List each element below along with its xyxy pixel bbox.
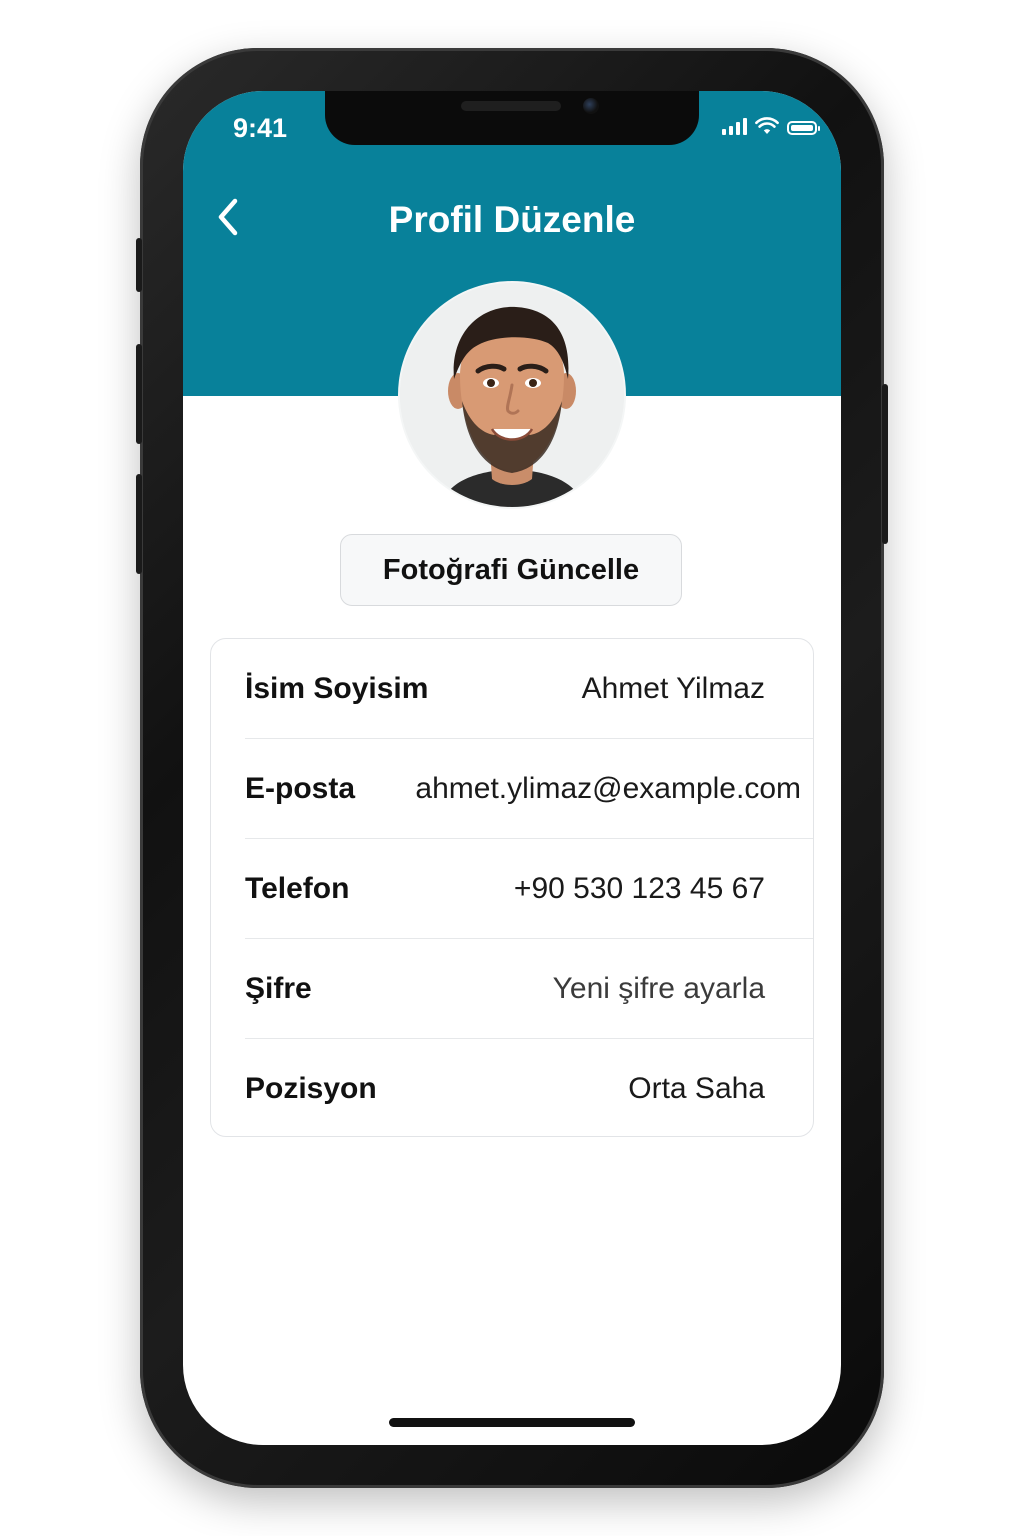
volume-down-button xyxy=(136,474,142,574)
field-value: Yeni şifre ayarla xyxy=(552,972,765,1005)
field-value: Orta Saha xyxy=(628,1072,765,1105)
front-camera xyxy=(583,98,599,114)
field-label: E-posta xyxy=(245,772,356,805)
status-icons xyxy=(722,117,820,135)
cellular-signal-icon xyxy=(722,117,747,135)
page-title: Profil Düzenle xyxy=(388,199,636,240)
field-label: Şifre xyxy=(245,972,312,1005)
field-value: +90 530 123 45 67 xyxy=(513,872,765,905)
profile-fields-card: İsim Soyisim Ahmet Yilmaz E-posta ahmet.… xyxy=(210,638,814,1137)
field-value: Ahmet Yilmaz xyxy=(581,672,765,705)
field-row-password[interactable]: Şifre Yeni şifre ayarla xyxy=(245,939,813,1039)
home-indicator[interactable] xyxy=(389,1418,635,1427)
field-row-phone[interactable]: Telefon +90 530 123 45 67 xyxy=(245,839,813,939)
profile-photo xyxy=(400,283,624,507)
field-label: Pozisyon xyxy=(245,1072,377,1105)
status-time: 9:41 xyxy=(233,113,288,143)
speaker-grille xyxy=(461,101,561,111)
avatar xyxy=(400,283,624,507)
update-photo-button[interactable]: Fotoğrafi Güncelle xyxy=(340,534,682,606)
power-button xyxy=(882,384,888,544)
field-label: İsim Soyisim xyxy=(245,672,429,705)
notch xyxy=(325,91,699,145)
app-screen: 9:41 Profil Düzenle Fotoğrafi Güncelle İ… xyxy=(183,91,841,1445)
battery-icon xyxy=(787,121,820,135)
field-row-name[interactable]: İsim Soyisim Ahmet Yilmaz xyxy=(245,639,813,739)
wifi-icon xyxy=(755,117,779,134)
field-value: ahmet.ylimaz@example.com xyxy=(415,772,801,805)
field-row-position[interactable]: Pozisyon Orta Saha xyxy=(245,1039,813,1138)
volume-up-button xyxy=(136,344,142,444)
mute-switch xyxy=(136,238,142,292)
field-label: Telefon xyxy=(245,872,350,905)
field-row-email[interactable]: E-posta ahmet.ylimaz@example.com xyxy=(245,739,813,839)
